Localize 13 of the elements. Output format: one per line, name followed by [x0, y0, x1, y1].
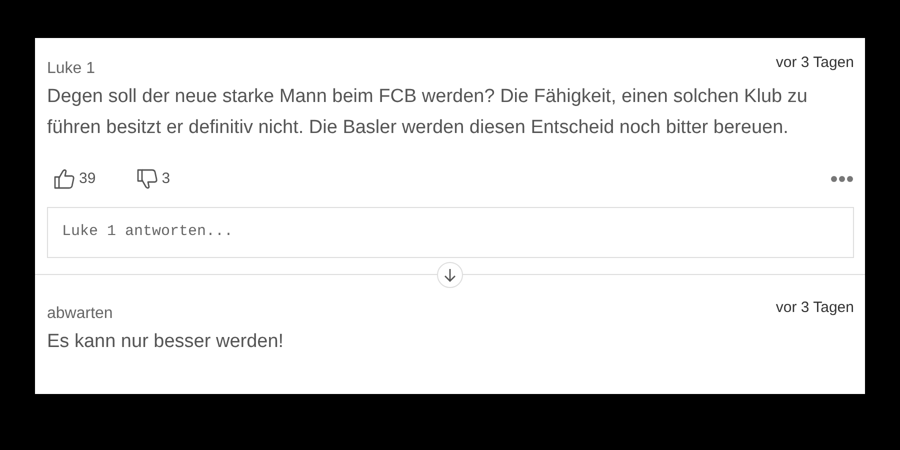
dislike-button[interactable]: 3	[136, 167, 170, 191]
comment-text: Es kann nur besser werden!	[47, 330, 285, 354]
like-button[interactable]: 39	[53, 167, 96, 191]
thumbs-up-icon	[53, 167, 77, 191]
timestamp: vor 3 Tagen	[776, 298, 854, 318]
expand-button[interactable]	[437, 262, 463, 288]
timestamp: vor 3 Tagen	[776, 53, 854, 73]
author-name: abwarten	[47, 304, 113, 324]
down-arrow-icon	[444, 268, 456, 282]
reply-field[interactable]: Luke 1 antworten...	[47, 207, 854, 258]
author-name: Luke 1	[47, 59, 96, 79]
thumbs-down-icon	[136, 167, 160, 191]
comment-text: Degen soll der neue starke Mann beim FCB werden? Die Fähigkeit, einen solchen Klub zu führen besitzt er definitiv nicht. Die Basler werden diesen Entscheid noch bitter bereuen.	[47, 85, 808, 140]
